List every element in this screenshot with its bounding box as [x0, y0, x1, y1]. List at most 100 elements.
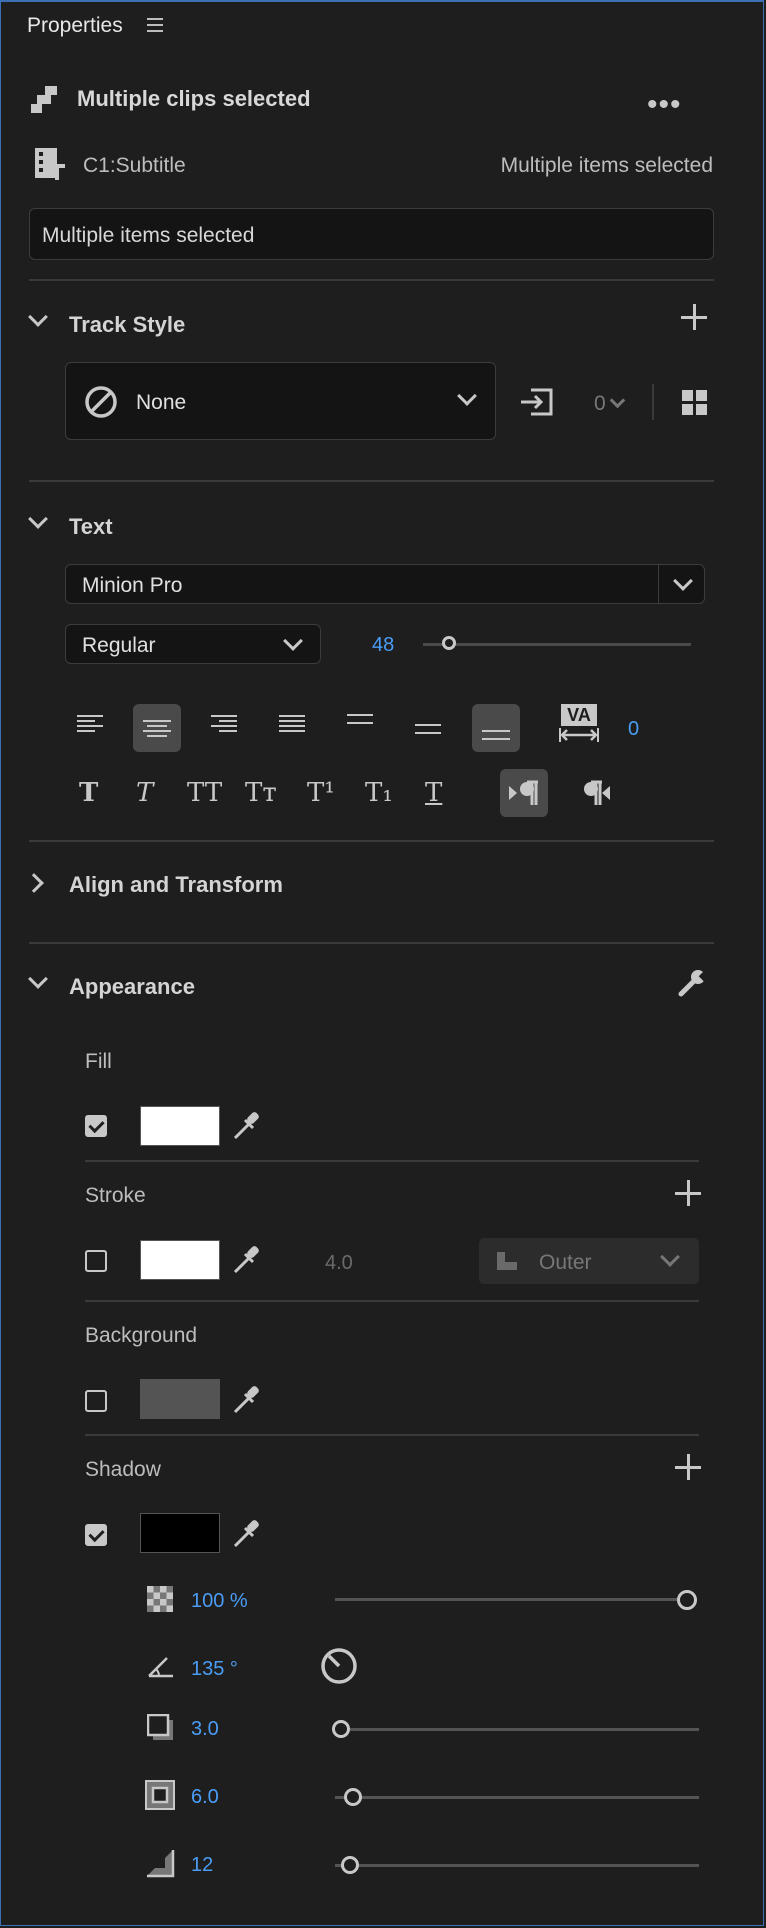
align-right-icon[interactable] [203, 702, 245, 744]
track-style-select[interactable]: None [65, 362, 496, 440]
angle-icon [148, 1657, 173, 1678]
align-left-icon[interactable] [69, 702, 111, 744]
chevron-down-icon [660, 1247, 680, 1269]
align-bottom-icon[interactable] [472, 704, 520, 752]
divider [85, 1434, 699, 1436]
appearance-toggle[interactable] [28, 969, 48, 991]
eyedropper-icon[interactable] [231, 1384, 261, 1416]
grid-icon[interactable] [682, 390, 708, 416]
font-size-slider-track[interactable] [423, 643, 691, 646]
align-middle-icon[interactable] [407, 714, 449, 744]
align-transform-toggle[interactable] [24, 873, 44, 895]
font-style-select[interactable]: Regular [65, 624, 321, 664]
tracking-icon-label: VA [561, 704, 597, 726]
chevron-down-icon [457, 386, 477, 408]
appearance-heading: Appearance [69, 974, 195, 999]
small-caps-button[interactable]: Tт [245, 778, 277, 808]
shadow-opacity-value[interactable]: 100 % [191, 1590, 248, 1613]
shadow-angle-value[interactable]: 135 ° [191, 1658, 238, 1681]
track-style-count: 0 [594, 392, 606, 415]
panel-menu-icon[interactable] [147, 18, 163, 36]
stroke-position-select[interactable]: Outer [479, 1238, 699, 1284]
track-style-toggle[interactable] [28, 307, 48, 329]
align-center-icon[interactable] [133, 704, 181, 752]
background-color-swatch[interactable] [140, 1379, 220, 1419]
opacity-icon [147, 1586, 173, 1612]
faux-italic-button[interactable]: T [136, 778, 153, 808]
add-stroke-icon[interactable] [675, 1180, 701, 1206]
fill-checkbox[interactable] [85, 1115, 107, 1137]
divider [29, 942, 714, 944]
fill-label: Fill [85, 1050, 112, 1073]
font-style-value: Regular [82, 634, 156, 657]
font-size-slider-knob[interactable] [442, 636, 456, 650]
angle-dial[interactable] [319, 1646, 359, 1686]
text-section-toggle[interactable] [28, 509, 48, 531]
panel-title: Properties [27, 14, 123, 37]
divider [85, 1160, 699, 1162]
separator [652, 384, 654, 420]
track-value: Multiple items selected [500, 154, 713, 177]
fill-color-swatch[interactable] [140, 1106, 220, 1146]
align-top-icon[interactable] [339, 704, 381, 734]
align-transform-heading: Align and Transform [69, 872, 283, 897]
tracking-value[interactable]: 0 [628, 718, 639, 741]
shadow-distance-slider-knob[interactable] [332, 1720, 350, 1738]
divider [29, 480, 714, 482]
shadow-checkbox[interactable] [85, 1524, 107, 1546]
shadow-opacity-slider-knob[interactable] [677, 1590, 697, 1610]
stroke-color-swatch[interactable] [140, 1240, 220, 1280]
background-checkbox[interactable] [85, 1390, 107, 1412]
eyedropper-icon[interactable] [231, 1110, 261, 1142]
font-family-value: Minion Pro [82, 574, 183, 597]
rtl-paragraph-icon[interactable] [571, 769, 619, 817]
wrench-icon[interactable] [677, 968, 707, 998]
underline-button[interactable]: T [425, 778, 442, 808]
track-name: C1:Subtitle [83, 154, 186, 177]
font-family-select[interactable]: Minion Pro [65, 564, 705, 604]
stroke-position-value: Outer [539, 1251, 592, 1274]
stroke-checkbox[interactable] [85, 1250, 107, 1272]
add-track-style-icon[interactable] [681, 304, 707, 330]
text-content-field[interactable]: Multiple items selected [29, 208, 714, 260]
size-icon [145, 1780, 175, 1810]
eyedropper-icon[interactable] [231, 1244, 261, 1276]
chevron-down-icon [673, 571, 693, 593]
font-size-value[interactable]: 48 [372, 634, 394, 657]
separator [658, 565, 659, 603]
divider [85, 1300, 699, 1302]
shadow-opacity-slider-track[interactable] [335, 1598, 687, 1601]
chevron-down-icon [283, 631, 303, 653]
ltr-paragraph-icon[interactable] [500, 769, 548, 817]
push-to-track-style-icon[interactable] [521, 388, 555, 416]
stroke-width-value[interactable]: 4.0 [325, 1252, 353, 1275]
shadow-size-slider-track[interactable] [335, 1796, 699, 1799]
background-label: Background [85, 1324, 198, 1347]
shadow-blur-value[interactable]: 12 [191, 1854, 213, 1877]
distance-icon [147, 1714, 173, 1740]
shadow-color-swatch[interactable] [140, 1513, 220, 1553]
shadow-size-value[interactable]: 6.0 [191, 1786, 219, 1809]
track-style-value: None [136, 391, 187, 414]
count-chevron-icon[interactable] [609, 392, 626, 411]
stroke-label: Stroke [85, 1184, 146, 1207]
subscript-button[interactable]: T₁ [365, 778, 393, 808]
more-options-icon[interactable]: ••• [647, 88, 682, 122]
eyedropper-icon[interactable] [231, 1518, 261, 1550]
justify-icon[interactable] [271, 702, 313, 744]
tracking-icon: VA [559, 704, 599, 744]
shadow-blur-slider-knob[interactable] [340, 1856, 359, 1874]
add-shadow-icon[interactable] [675, 1454, 701, 1480]
stroke-position-icon [497, 1252, 517, 1270]
properties-panel: Properties Multiple clips selected ••• C… [0, 0, 764, 1926]
shadow-blur-slider-track[interactable] [335, 1864, 699, 1867]
text-heading: Text [69, 514, 113, 539]
shadow-size-slider-knob[interactable] [344, 1788, 363, 1806]
subtitle-clip-icon [35, 148, 65, 180]
shadow-distance-value[interactable]: 3.0 [191, 1718, 219, 1741]
track-style-heading: Track Style [69, 312, 186, 337]
superscript-button[interactable]: T¹ [307, 778, 335, 808]
all-caps-button[interactable]: TT [187, 778, 222, 808]
shadow-distance-slider-track[interactable] [341, 1728, 699, 1731]
faux-bold-button[interactable]: T [79, 778, 98, 808]
